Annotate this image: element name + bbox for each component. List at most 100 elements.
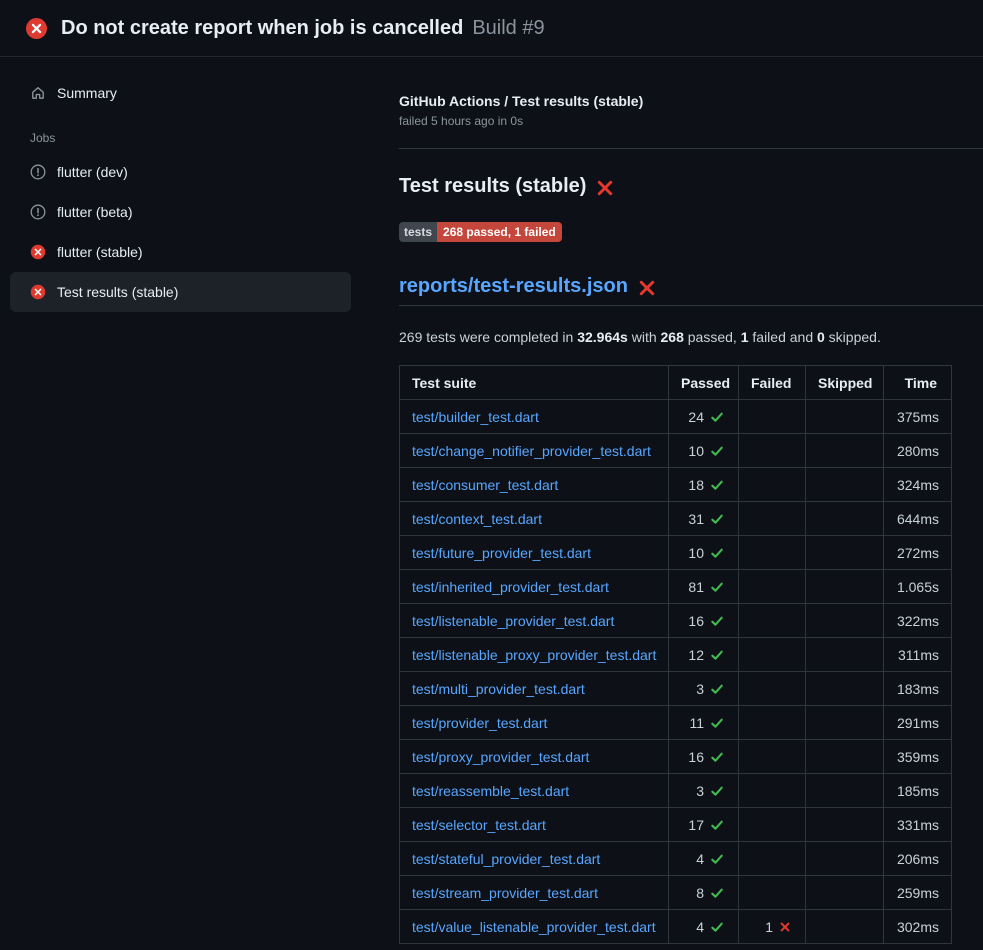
- results-table-body: test/builder_test.dart 24 375ms test/cha…: [400, 400, 952, 944]
- check-icon: [710, 682, 724, 696]
- passed-count: 24: [688, 409, 704, 425]
- time-cell: 183ms: [884, 672, 952, 706]
- passed-cell: 12: [669, 638, 739, 672]
- test-suite-link[interactable]: test/consumer_test.dart: [412, 477, 558, 493]
- passed-cell: 16: [669, 740, 739, 774]
- failed-cell: 1: [739, 910, 806, 944]
- time-cell: 375ms: [884, 400, 952, 434]
- test-suite-link[interactable]: test/change_notifier_provider_test.dart: [412, 443, 651, 459]
- sidebar-item-flutter-dev[interactable]: flutter (dev): [10, 152, 351, 192]
- passed-cell: 81: [669, 570, 739, 604]
- table-row: test/change_notifier_provider_test.dart …: [400, 434, 952, 468]
- report-link[interactable]: reports/test-results.json: [399, 275, 628, 298]
- section-title: Test results (stable): [399, 175, 983, 198]
- test-suite-link[interactable]: test/future_provider_test.dart: [412, 545, 591, 561]
- test-suite-link[interactable]: test/proxy_provider_test.dart: [412, 749, 589, 765]
- table-row: test/listenable_proxy_provider_test.dart…: [400, 638, 952, 672]
- sidebar-item-test-results-stable[interactable]: Test results (stable): [10, 272, 351, 312]
- skipped-cell: [806, 842, 884, 876]
- test-suite-link[interactable]: test/selector_test.dart: [412, 817, 546, 833]
- passed-count: 17: [688, 817, 704, 833]
- sidebar-item-flutter-beta[interactable]: flutter (beta): [10, 192, 351, 232]
- section-title-text: Test results (stable): [399, 175, 586, 198]
- failed-cell: [739, 842, 806, 876]
- failed-x-icon: [638, 279, 656, 297]
- test-suite-link[interactable]: test/stateful_provider_test.dart: [412, 851, 600, 867]
- passed-count: 8: [696, 885, 704, 901]
- test-suite-link[interactable]: test/inherited_provider_test.dart: [412, 579, 609, 595]
- table-row: test/context_test.dart 31 644ms: [400, 502, 952, 536]
- skipped-cell: [806, 672, 884, 706]
- passed-count: 3: [696, 783, 704, 799]
- failed-x-icon: [596, 179, 614, 197]
- breadcrumb: GitHub Actions / Test results (stable): [399, 93, 983, 109]
- passed-cell: 31: [669, 502, 739, 536]
- passed-cell: 4: [669, 910, 739, 944]
- job-label: flutter (beta): [57, 204, 132, 220]
- main-content: GitHub Actions / Test results (stable) f…: [389, 57, 983, 944]
- passed-count: 3: [696, 681, 704, 697]
- time-cell: 331ms: [884, 808, 952, 842]
- summary-label: Summary: [57, 85, 117, 101]
- passed-count: 18: [688, 477, 704, 493]
- skipped-cell: [806, 536, 884, 570]
- skipped-cell: [806, 774, 884, 808]
- passed-count: 16: [688, 613, 704, 629]
- passed-cell: 8: [669, 876, 739, 910]
- table-row: test/stream_provider_test.dart 8 259ms: [400, 876, 952, 910]
- check-icon: [710, 512, 724, 526]
- failed-cell: [739, 604, 806, 638]
- check-icon: [710, 818, 724, 832]
- time-cell: 311ms: [884, 638, 952, 672]
- passed-count: 10: [688, 545, 704, 561]
- badge-label: tests: [399, 222, 437, 242]
- jobs-heading: Jobs: [10, 113, 351, 152]
- time-cell: 259ms: [884, 876, 952, 910]
- test-suite-link[interactable]: test/listenable_proxy_provider_test.dart: [412, 647, 656, 663]
- check-icon: [710, 444, 724, 458]
- skipped-cell: [806, 400, 884, 434]
- skipped-cell: [806, 910, 884, 944]
- suite-cell: test/builder_test.dart: [400, 400, 669, 434]
- failed-cell: [739, 468, 806, 502]
- passed-cell: 24: [669, 400, 739, 434]
- passed-cell: 4: [669, 842, 739, 876]
- sidebar-item-summary[interactable]: Summary: [10, 73, 351, 113]
- test-suite-link[interactable]: test/listenable_provider_test.dart: [412, 613, 614, 629]
- check-icon: [710, 546, 724, 560]
- job-label: Test results (stable): [57, 284, 178, 300]
- test-suite-link[interactable]: test/reassemble_test.dart: [412, 783, 569, 799]
- test-suite-link[interactable]: test/stream_provider_test.dart: [412, 885, 598, 901]
- check-icon: [710, 750, 724, 764]
- test-suite-link[interactable]: test/builder_test.dart: [412, 409, 539, 425]
- passed-count: 4: [696, 919, 704, 935]
- test-suite-link[interactable]: test/context_test.dart: [412, 511, 542, 527]
- sidebar-item-flutter-stable[interactable]: flutter (stable): [10, 232, 351, 272]
- failed-cell: [739, 400, 806, 434]
- check-run-header: Do not create report when job is cancell…: [0, 0, 983, 57]
- suite-cell: test/listenable_provider_test.dart: [400, 604, 669, 638]
- check-icon: [710, 716, 724, 730]
- skipped-cell: [806, 434, 884, 468]
- failed-cell: [739, 808, 806, 842]
- passed-cell: 16: [669, 604, 739, 638]
- check-icon: [710, 478, 724, 492]
- failed-cell: [739, 774, 806, 808]
- badge-value: 268 passed, 1 failed: [437, 222, 562, 242]
- skipped-cell: [806, 740, 884, 774]
- passed-cell: 10: [669, 434, 739, 468]
- divider: [399, 305, 983, 306]
- passed-count: 11: [689, 715, 704, 731]
- test-suite-link[interactable]: test/provider_test.dart: [412, 715, 547, 731]
- time-cell: 1.065s: [884, 570, 952, 604]
- test-suite-link[interactable]: test/multi_provider_test.dart: [412, 681, 585, 697]
- suite-cell: test/reassemble_test.dart: [400, 774, 669, 808]
- time-cell: 291ms: [884, 706, 952, 740]
- test-suite-link[interactable]: test/value_listenable_provider_test.dart: [412, 919, 656, 935]
- table-header-row: Test suite Passed Failed Skipped Time: [400, 366, 952, 400]
- table-row: test/builder_test.dart 24 375ms: [400, 400, 952, 434]
- suite-cell: test/value_listenable_provider_test.dart: [400, 910, 669, 944]
- suite-cell: test/provider_test.dart: [400, 706, 669, 740]
- skipped-cell: [806, 638, 884, 672]
- failed-count: 1: [765, 919, 773, 935]
